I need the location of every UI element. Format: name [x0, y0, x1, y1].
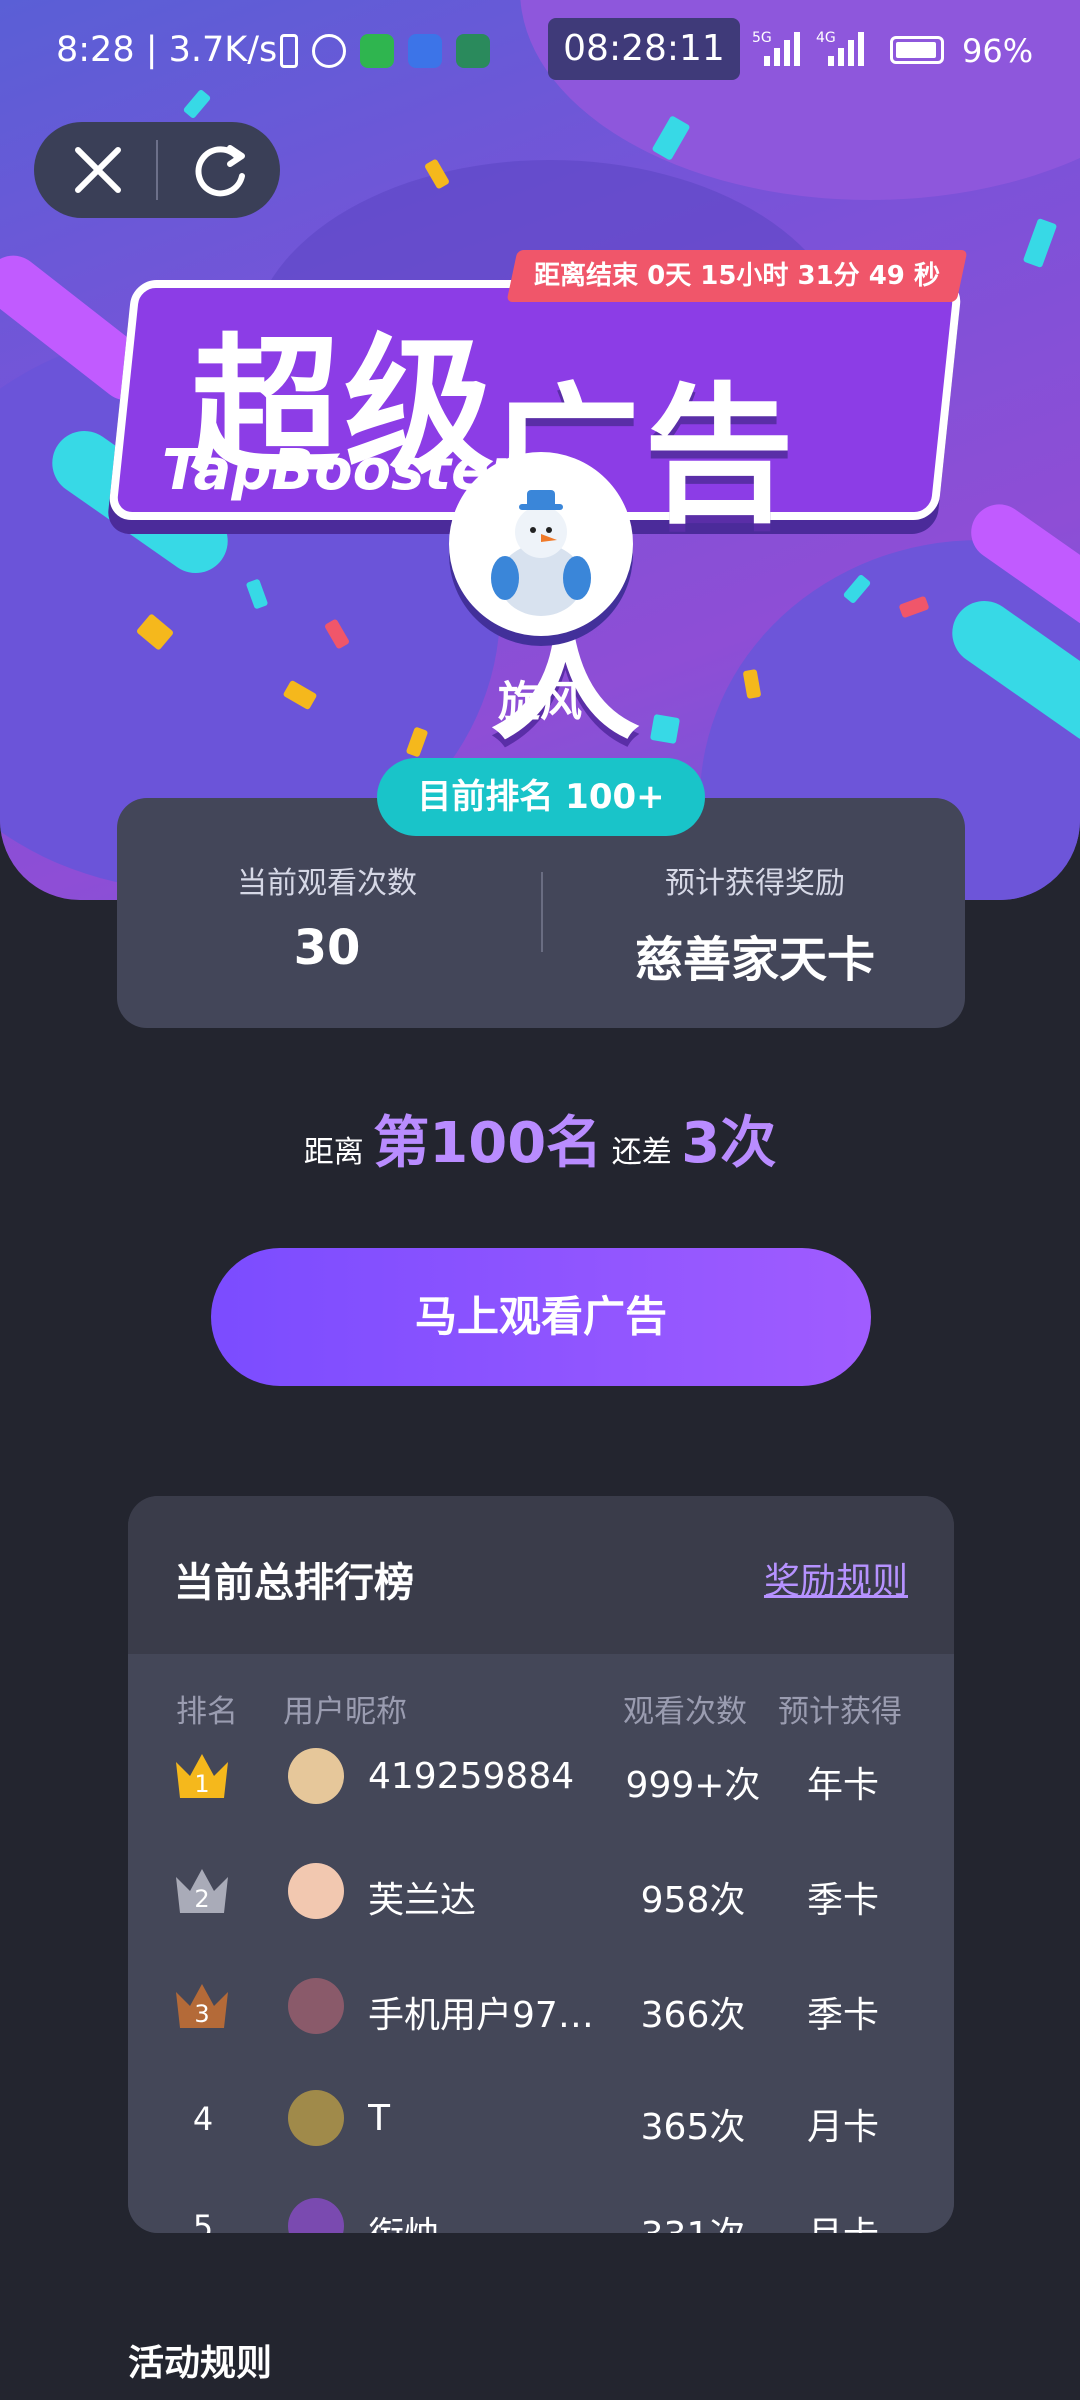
gap-count: 3次 — [681, 1111, 777, 1176]
view-count: 331次 — [618, 2206, 768, 2233]
reward-label: 预计获得奖励 — [665, 866, 845, 901]
app-shield-icon — [360, 34, 394, 68]
user-nickname: 衔烛 — [368, 2206, 608, 2233]
leaderboard-header: 当前总排行榜 奖励规则 — [128, 1496, 954, 1654]
table-row: 3 手机用户971… 366次 季卡 — [128, 1952, 954, 2062]
close-icon — [75, 147, 121, 193]
user-avatar — [288, 1863, 344, 1919]
rank-number: 5 — [192, 2208, 214, 2233]
user-nickname: T — [368, 2098, 390, 2139]
app-rocket-icon — [408, 34, 442, 68]
alarm-icon — [312, 34, 346, 68]
status-time: 8:28 | 3.7K/s — [56, 30, 278, 70]
watch-ad-label: 马上观看广告 — [414, 1292, 667, 1341]
user-avatar — [288, 2198, 344, 2233]
gap-target: 第100名 — [373, 1111, 603, 1176]
user-nickname: 芙兰达 — [368, 1880, 477, 1921]
expected-prize: 年卡 — [806, 1765, 879, 1806]
rank-number: 1 — [194, 1770, 209, 1798]
user-nickname: 手机用户971… — [368, 1995, 608, 2036]
crown-silver-icon: 2 — [176, 1869, 228, 1913]
activity-rules-heading: 活动规则 — [128, 2343, 273, 2384]
rank-number: 2 — [194, 1885, 209, 1913]
signal-icon — [764, 32, 800, 66]
reward-summary: 预计获得奖励 慈善家天卡 — [545, 858, 965, 990]
crown-gold-icon: 1 — [176, 1754, 228, 1798]
expected-prize: 季卡 — [806, 1880, 879, 1921]
view-count: 958次 — [640, 1880, 746, 1921]
reload-icon — [195, 145, 245, 197]
signal-icon — [828, 32, 864, 66]
divider — [541, 872, 543, 952]
table-row: 2 芙兰达 958次 季卡 — [128, 1837, 954, 1947]
reward-value: 慈善家天卡 — [634, 932, 875, 988]
views-summary: 当前观看次数 30 — [117, 858, 537, 976]
leaderboard-title: 当前总排行榜 — [174, 1560, 414, 1606]
rank-gap-text: 距离 第100名 还差 3次 — [0, 1098, 1080, 1179]
view-count: 999+次 — [625, 1765, 761, 1806]
rank-number: 3 — [194, 2000, 209, 2028]
username: 旋风 — [497, 677, 582, 726]
current-rank-badge: 目前排名 100+ — [377, 758, 705, 836]
expected-prize: 季卡 — [806, 1995, 879, 2036]
gap-prefix: 距离 — [303, 1135, 364, 1170]
countdown-badge: 距离结束 0天 15小时 31分 49 秒 — [506, 250, 968, 302]
gap-middle: 还差 — [611, 1135, 672, 1170]
expected-prize: 月卡 — [806, 2107, 879, 2148]
clock-display: 08:28:11 — [548, 18, 740, 80]
view-count: 366次 — [640, 1995, 746, 2036]
avatar — [449, 452, 633, 636]
leaderboard-table: 排名 用户昵称 观看次数 预计获得 1 419259884 999+次 年卡 2… — [128, 1654, 954, 2233]
views-value: 30 — [293, 920, 361, 976]
status-icons — [280, 34, 490, 68]
status-bar: 8:28 | 3.7K/s 08:28:11 5G 4G 96% — [0, 0, 1080, 100]
table-row: 5 衔烛 331次 月卡 — [128, 2172, 954, 2233]
expected-prize: 月卡 — [768, 2206, 918, 2233]
views-label: 当前观看次数 — [237, 866, 417, 901]
clock-text: 08:28:11 — [563, 28, 725, 69]
countdown-text: 距离结束 0天 15小时 31分 49 秒 — [534, 261, 940, 291]
user-avatar — [288, 1978, 344, 2034]
table-row: 4 T 365次 月卡 — [128, 2064, 954, 2174]
app-avatar-icon — [456, 34, 490, 68]
crown-bronze-icon: 3 — [176, 1984, 228, 2028]
battery-icon — [890, 36, 944, 64]
table-row: 1 419259884 999+次 年卡 — [128, 1722, 954, 1832]
leaderboard[interactable]: 当前总排行榜 奖励规则 排名 用户昵称 观看次数 预计获得 1 41925988… — [128, 1496, 954, 2233]
battery-percent: 96% — [962, 32, 1034, 70]
page-controls — [34, 122, 280, 218]
reward-rules-link[interactable]: 奖励规则 — [764, 1552, 908, 1604]
user-avatar — [288, 1748, 344, 1804]
user-nickname: 419259884 — [368, 1756, 575, 1797]
close-button[interactable] — [34, 122, 154, 218]
rank-number: 4 — [192, 2100, 214, 2138]
divider — [156, 140, 158, 200]
vibrate-icon — [280, 34, 298, 68]
snowman-avatar-icon — [491, 490, 591, 616]
reload-button[interactable] — [160, 122, 280, 218]
view-count: 365次 — [640, 2107, 746, 2148]
watch-ad-button[interactable]: 马上观看广告 — [211, 1248, 871, 1386]
user-avatar — [288, 2090, 344, 2146]
